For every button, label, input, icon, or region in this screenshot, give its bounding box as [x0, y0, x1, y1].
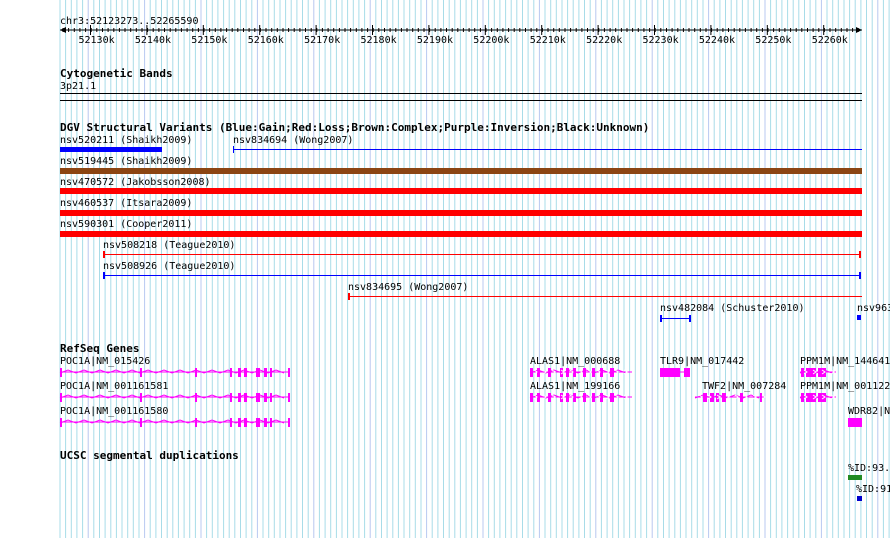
- gene-label[interactable]: POC1A|NM_015426: [60, 356, 150, 367]
- gene-label[interactable]: POC1A|NM_001161580: [60, 406, 168, 417]
- segdup-track-title: UCSC segmental duplications: [60, 449, 239, 462]
- gene-label[interactable]: WDR82|NM: [848, 406, 890, 417]
- segdup-label[interactable]: %ID:91: [856, 484, 890, 495]
- segdup-label[interactable]: %ID:93.: [848, 463, 890, 474]
- segdup-bar[interactable]: [848, 475, 862, 480]
- segdup-bar[interactable]: [857, 496, 862, 501]
- gene-label[interactable]: ALAS1|NM_000688: [530, 356, 620, 367]
- gene-label[interactable]: TLR9|NM_017442: [660, 356, 744, 367]
- gene-label[interactable]: PPM1M|NM_144641: [800, 356, 890, 367]
- gene-label[interactable]: PPM1M|NM_001122: [800, 381, 890, 392]
- gene-label[interactable]: TWF2|NM_007284: [702, 381, 786, 392]
- gene-label[interactable]: POC1A|NM_001161581: [60, 381, 168, 392]
- gene-label[interactable]: ALAS1|NM_199166: [530, 381, 620, 392]
